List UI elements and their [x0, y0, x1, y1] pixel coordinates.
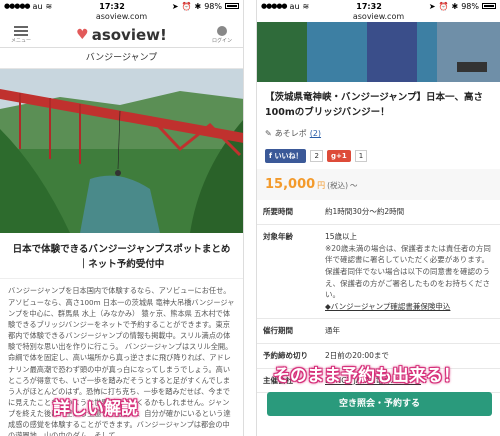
user-icon — [217, 25, 227, 36]
status-bar: ●●●●● au ≋ 17:32 ➤ ⏰ ✱ 98% — [257, 0, 500, 12]
menu-label: メニュー — [10, 37, 31, 44]
info-key: 催行期間 — [257, 318, 319, 344]
clock: 17:32 — [99, 1, 125, 11]
hero-photo — [0, 69, 243, 233]
location-icon: ➤ — [428, 1, 436, 11]
login-button[interactable]: ログイン — [207, 25, 237, 44]
login-label: ログイン — [211, 37, 232, 44]
check-availability-book-button[interactable]: 空き照会・予約する — [267, 392, 492, 416]
menu-button[interactable]: メニュー — [6, 25, 36, 44]
alarm-icon: ⏰ — [181, 1, 192, 11]
report-icon: ✎ — [265, 129, 272, 139]
info-key: 対象年齢 — [257, 224, 319, 320]
info-row: 催行期間 通年 — [257, 318, 500, 344]
consent-form-link[interactable]: ◆バンジージャンプ確認書兼保険申込 — [325, 301, 494, 313]
site-header: メニュー ♥ asoview! ログイン — [0, 22, 243, 48]
bluetooth-icon: ✱ — [451, 1, 459, 11]
price-tax: (税込) — [327, 181, 349, 191]
bridge-bungee-photo — [0, 69, 243, 233]
jumper-photo — [257, 22, 500, 82]
asore-label: あそレポ — [274, 129, 307, 139]
address-bar[interactable]: asoview.com — [257, 12, 500, 22]
price-unit: 円 — [317, 181, 326, 191]
info-row: 対象年齢 15歳以上 ※20歳未満の場合は、保護者または責任者の方同伴で確認書に… — [257, 224, 500, 320]
page-title: バンジージャンプ — [0, 48, 243, 69]
product-photo — [257, 22, 500, 82]
panel-divider — [244, 0, 256, 436]
address-bar[interactable]: asoview.com — [0, 12, 243, 22]
battery-percent: 98% — [461, 1, 479, 11]
price-value: 15,000 — [265, 177, 316, 193]
status-bar: ●●●●● au ≋ 17:32 ➤ ⏰ ✱ 98% — [0, 0, 243, 12]
caption-detailed-explanation: 詳しい解説 — [53, 399, 138, 419]
info-value: 通年 — [319, 318, 500, 344]
alarm-icon: ⏰ — [438, 1, 449, 11]
hamburger-icon — [14, 25, 28, 36]
asore-count: (2) — [309, 129, 322, 139]
brand-name: asoview! — [91, 25, 167, 44]
left-screen: ●●●●● au ≋ 17:32 ➤ ⏰ ✱ 98% asoview.com メニュー ♥… — [0, 0, 244, 436]
age-value: 15歳以上 — [325, 232, 358, 241]
info-value: 15歳以上 ※20歳未満の場合は、保護者または責任者の方同伴で確認書に署名してい… — [319, 224, 500, 320]
gplus-count: 1 — [354, 150, 368, 163]
bluetooth-icon: ✱ — [194, 1, 202, 11]
signal-icon: ●●●●● — [261, 2, 288, 10]
signal-icon: ●●●●● — [4, 2, 31, 10]
price-suffix: 〜 — [350, 181, 358, 191]
share-buttons: f いいね！ 2 g+1 1 — [257, 143, 500, 169]
battery-icon — [224, 3, 239, 9]
info-key: 所要時間 — [257, 200, 319, 226]
facebook-like-button[interactable]: f いいね！ — [265, 149, 307, 164]
site-logo[interactable]: ♥ asoview! — [76, 26, 167, 44]
google-plus-button[interactable]: g+1 — [326, 150, 351, 163]
heart-logo-icon: ♥ — [76, 26, 89, 43]
location-icon: ➤ — [171, 1, 179, 11]
caption-can-book-directly: そのまま予約も出来る！ — [273, 366, 460, 386]
like-count: 2 — [310, 150, 323, 163]
info-value: 約1時間30分〜約2時間 — [319, 200, 500, 226]
article-title: 日本で体験できるバンジージャンプスポットまとめ｜ネット予約受付中 — [0, 233, 243, 280]
clock: 17:32 — [356, 1, 382, 11]
battery-icon — [481, 3, 496, 9]
wifi-icon: ≋ — [302, 1, 310, 11]
price-row: 15,000 円 (税込) 〜 — [257, 169, 500, 201]
carrier-label: au — [32, 1, 43, 11]
product-title: 【茨城県竜神峡・バンジージャンプ】日本一、高さ100mのブリッジバンジー！ — [265, 92, 484, 119]
wifi-icon: ≋ — [45, 1, 53, 11]
battery-percent: 98% — [204, 1, 222, 11]
carrier-label: au — [289, 1, 300, 11]
info-row: 所要時間 約1時間30分〜約2時間 — [257, 200, 500, 226]
like-label: いいね！ — [274, 152, 303, 161]
right-screen: ●●●●● au ≋ 17:32 ➤ ⏰ ✱ 98% asoview.com 【茨城県竜神… — [256, 0, 500, 436]
asore-report-link[interactable]: ✎ あそレポ (2) — [257, 124, 500, 143]
age-note: ※20歳未満の場合は、保護者または責任者の方同伴で確認書に署名していただく必要が… — [325, 243, 491, 300]
